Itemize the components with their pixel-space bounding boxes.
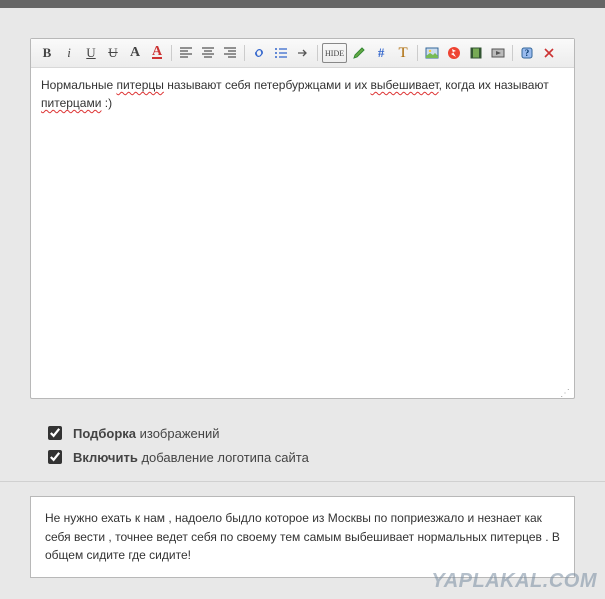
quote-button[interactable] [293,43,313,63]
options-section: Подборка изображений Включить добавление… [0,409,605,482]
logo-label-rest: добавление логотипа сайта [138,450,309,465]
list-button[interactable] [271,43,291,63]
film-icon [469,46,483,60]
align-center-button[interactable] [198,43,218,63]
toolbar-separator [171,45,172,61]
header-strip [0,0,605,8]
font-size-button[interactable]: A [125,43,145,63]
strike-button[interactable]: U [103,43,123,63]
font-color-button[interactable]: A [147,43,167,63]
toolbar-separator [512,45,513,61]
spell-error: выбешивает [371,78,439,92]
close-icon [542,46,556,60]
toolbar-separator [244,45,245,61]
italic-button[interactable]: i [59,43,79,63]
editor-container: B i U U A A [30,38,575,399]
quote-arrow-icon [296,46,310,60]
preview-text: Не нужно ехать к нам , надоело быдло кот… [45,511,560,562]
underline-button[interactable]: U [81,43,101,63]
flash-button[interactable] [444,43,464,63]
align-right-icon [223,46,237,60]
media-button[interactable] [488,43,508,63]
font-color-glyph: A [152,47,162,59]
preview-section: Не нужно ехать к нам , надоело быдло кот… [0,482,605,598]
svg-text:?: ? [525,48,530,58]
editor-section: B i U U A A [0,8,605,409]
image-button[interactable] [422,43,442,63]
podborka-label-bold: Подборка [73,426,136,441]
toolbar-separator [317,45,318,61]
editor-textarea[interactable]: Нормальные питерцы называют себя петербу… [31,68,574,388]
editor-text: Нормальные [41,78,116,92]
help-button[interactable]: ? [517,43,537,63]
media-icon [491,46,505,60]
flash-icon [447,46,461,60]
preview-box: Не нужно ехать к нам , надоело быдло кот… [30,496,575,578]
hide-button[interactable]: HIDE [322,43,347,63]
resize-handle[interactable]: ⋰ [31,388,574,398]
spell-error: питерцы [116,78,163,92]
podborka-label: Подборка изображений [73,426,219,441]
font-size-glyph: A [130,45,140,61]
align-center-icon [201,46,215,60]
spell-error: питерцами [41,96,101,110]
align-left-button[interactable] [176,43,196,63]
help-icon: ? [520,46,534,60]
podborka-label-rest: изображений [136,426,219,441]
editor-toolbar: B i U U A A [31,39,574,68]
logo-label: Включить добавление логотипа сайта [73,450,309,465]
podborka-checkbox-row[interactable]: Подборка изображений [30,421,585,445]
logo-checkbox-row[interactable]: Включить добавление логотипа сайта [30,445,585,469]
editor-text: , когда их называют [439,78,549,92]
edit-button[interactable] [349,43,369,63]
hash-button[interactable]: # [371,43,391,63]
logo-label-bold: Включить [73,450,138,465]
toolbar-separator [417,45,418,61]
list-icon [274,46,288,60]
link-icon [252,46,266,60]
bold-button[interactable]: B [37,43,57,63]
editor-text: :) [101,96,112,110]
image-icon [425,46,439,60]
text-tool-button[interactable]: T [393,43,413,63]
logo-checkbox[interactable] [48,450,62,464]
align-left-icon [179,46,193,60]
podborka-checkbox[interactable] [48,426,62,440]
pencil-icon [352,46,366,60]
video-button[interactable] [466,43,486,63]
editor-text: называют себя петербуржцами и их [164,78,371,92]
link-button[interactable] [249,43,269,63]
align-right-button[interactable] [220,43,240,63]
close-button[interactable] [539,43,559,63]
